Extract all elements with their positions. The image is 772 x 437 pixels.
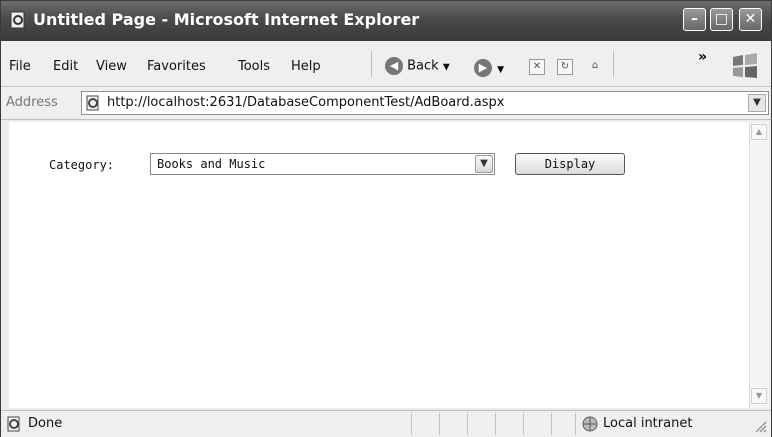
status-bar: Done Local intranet xyxy=(1,410,771,437)
minimize-button[interactable]: – xyxy=(683,8,706,31)
menu-tools[interactable]: Tools xyxy=(238,59,270,74)
back-arrow-icon: ◀ xyxy=(385,57,403,75)
home-icon: ⌂ xyxy=(591,60,599,71)
title-bar: Untitled Page - Microsoft Internet Explo… xyxy=(1,1,771,41)
ie-address-icon xyxy=(86,95,99,111)
dropdown-arrow-icon: ▼ xyxy=(497,65,505,75)
display-button[interactable]: Display xyxy=(515,153,625,175)
minimize-icon: – xyxy=(691,11,698,27)
forward-arrow-icon: ▶ xyxy=(474,58,492,77)
address-input[interactable]: http://localhost:2631/DatabaseComponentT… xyxy=(81,91,769,115)
menu-edit[interactable]: Edit xyxy=(53,59,78,74)
ie-page-icon xyxy=(10,11,25,29)
close-button[interactable]: ✕ xyxy=(739,8,762,31)
address-dropdown-button[interactable]: ▼ xyxy=(748,94,766,112)
toolbar-separator xyxy=(613,51,614,77)
stop-icon: ✕ xyxy=(532,61,542,72)
dropdown-arrow-icon: ▼ xyxy=(442,62,450,73)
status-text: Done xyxy=(28,416,63,431)
maximize-icon: □ xyxy=(714,11,729,27)
windows-logo-icon xyxy=(733,53,757,78)
stop-button[interactable]: ✕ xyxy=(529,59,545,75)
menu-bar: File Edit View Favorites Tools Help ◀ Ba… xyxy=(1,41,771,87)
scroll-up-button[interactable]: ▲ xyxy=(751,124,767,140)
dropdown-arrow-icon: ▼ xyxy=(753,97,761,108)
status-cell xyxy=(523,413,524,435)
maximize-button[interactable]: □ xyxy=(710,8,733,31)
address-url: http://localhost:2631/DatabaseComponentT… xyxy=(107,95,505,110)
dropdown-arrow-icon: ▼ xyxy=(480,158,488,169)
browser-window: Untitled Page - Microsoft Internet Explo… xyxy=(0,0,772,437)
address-label: Address xyxy=(6,95,58,110)
toolbar-chevron[interactable]: » xyxy=(698,49,707,65)
zone-text: Local intranet xyxy=(603,416,693,431)
scroll-up-icon: ▲ xyxy=(755,127,763,136)
category-select[interactable]: Books and Music ▼ xyxy=(150,153,495,175)
vertical-scrollbar[interactable]: ▲ ▼ xyxy=(749,122,769,408)
status-cell xyxy=(439,413,440,435)
window-title: Untitled Page - Microsoft Internet Explo… xyxy=(33,10,420,29)
category-value: Books and Music xyxy=(157,157,266,171)
menu-view[interactable]: View xyxy=(96,59,127,74)
forward-button[interactable]: ▶ ▼ xyxy=(474,57,504,77)
status-cell xyxy=(551,413,552,435)
status-cell xyxy=(411,413,412,435)
select-dropdown-button[interactable]: ▼ xyxy=(475,155,493,173)
refresh-icon: ↻ xyxy=(560,61,570,72)
refresh-button[interactable]: ↻ xyxy=(557,59,573,75)
close-icon: ✕ xyxy=(744,11,757,27)
scroll-down-icon: ▼ xyxy=(755,391,763,400)
status-cell xyxy=(467,413,468,435)
page-content: Category: Books and Music ▼ Display xyxy=(9,122,749,408)
toolbar-separator xyxy=(371,51,372,77)
page-done-icon xyxy=(7,416,20,432)
menu-help[interactable]: Help xyxy=(291,59,321,74)
category-label: Category: xyxy=(49,158,115,172)
status-cell xyxy=(575,413,576,435)
scroll-down-button[interactable]: ▼ xyxy=(751,388,767,404)
back-label: Back xyxy=(407,58,439,74)
resize-grip-icon[interactable] xyxy=(753,419,767,433)
address-bar: Address http://localhost:2631/DatabaseCo… xyxy=(1,87,771,120)
menu-file[interactable]: File xyxy=(9,59,31,74)
home-button[interactable]: ⌂ xyxy=(587,59,603,75)
menu-favorites[interactable]: Favorites xyxy=(147,59,206,74)
back-button[interactable]: ◀ Back ▼ xyxy=(385,57,450,79)
status-cell xyxy=(495,413,496,435)
intranet-zone-icon xyxy=(582,416,598,432)
